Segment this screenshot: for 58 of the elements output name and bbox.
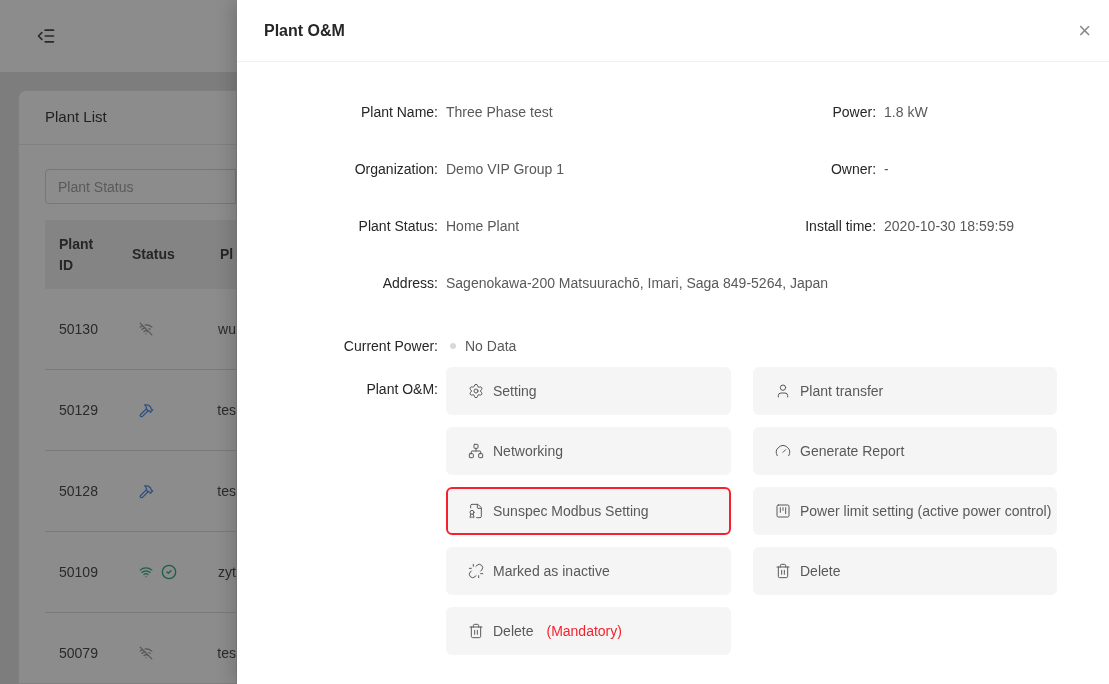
field-label: Plant Name: xyxy=(359,103,438,122)
table-cell-text: 50130 xyxy=(58,319,99,339)
trash-icon xyxy=(775,563,791,579)
field-label: Owner: xyxy=(829,160,877,179)
close-button[interactable]: × xyxy=(1078,19,1091,42)
field-value: Three Phase test xyxy=(446,103,553,122)
field-label: Install time: xyxy=(804,217,877,236)
gauge-icon xyxy=(775,443,791,459)
action-button[interactable]: Delete (Mandatory) xyxy=(446,607,731,655)
field-label: Organization: xyxy=(353,160,438,179)
field-label: Current Power: xyxy=(342,336,438,356)
board-icon xyxy=(775,503,791,519)
action-button[interactable]: Sunspec Modbus Setting xyxy=(446,487,731,535)
table-cell-text: 50128 xyxy=(58,481,99,501)
network-icon xyxy=(468,443,484,459)
column-header: Plant ID xyxy=(58,234,95,275)
action-button[interactable]: Plant transfer xyxy=(753,367,1058,415)
action-button[interactable]: Setting xyxy=(446,367,731,415)
field-value: 1.8 kW xyxy=(884,103,928,122)
field-value: Home Plant xyxy=(446,217,520,236)
table-cell-text: tes xyxy=(216,481,236,501)
hammer-icon xyxy=(138,483,154,499)
field-value: Sagenokawa-200 Matsuurachō, Imari, Saga 849-5264, Japan xyxy=(446,274,829,293)
table-cell-text: 50109 xyxy=(58,562,99,582)
field-label: Plant O&M: xyxy=(365,380,438,399)
table-cell-text: 50129 xyxy=(58,400,99,420)
wifi-icon xyxy=(139,565,154,579)
gear-icon xyxy=(468,383,484,399)
document-icon xyxy=(468,503,484,519)
menu-icon[interactable] xyxy=(36,26,56,46)
unlink-icon xyxy=(468,563,484,579)
field-value: - xyxy=(884,160,889,179)
action-button[interactable]: Delete xyxy=(753,547,1058,595)
field-value: No Data xyxy=(465,336,517,356)
field-label: Address: xyxy=(381,274,438,293)
user-icon xyxy=(775,383,791,399)
table-cell-text: zyt xyxy=(217,562,236,582)
table-cell-text: 50079 xyxy=(58,643,99,663)
table-cell-text: tes xyxy=(216,400,236,420)
hammer-icon xyxy=(138,402,154,418)
field-label: Power: xyxy=(831,103,877,122)
column-header: Pl xyxy=(219,245,234,264)
table-cell-text: wu xyxy=(217,319,236,339)
trash-icon xyxy=(468,623,484,639)
field-label: Plant Status: xyxy=(357,217,438,236)
field-value: 2020-10-30 18:59:59 xyxy=(884,217,1015,236)
table-cell-text: tes xyxy=(216,643,236,663)
action-button[interactable]: Generate Report xyxy=(753,427,1058,475)
card-title: Plant List xyxy=(45,107,107,128)
field-value: Demo VIP Group 1 xyxy=(446,160,565,179)
column-header: Status xyxy=(131,245,176,264)
action-button[interactable]: Power limit setting (active power control) xyxy=(753,487,1058,535)
action-button[interactable]: Networking xyxy=(446,427,731,475)
action-button[interactable]: Marked as inactive xyxy=(446,547,731,595)
wifi-off-icon xyxy=(138,646,153,660)
wifi-off-icon xyxy=(139,322,154,336)
drawer-title: Plant O&M xyxy=(264,20,345,41)
check-circle-icon xyxy=(161,564,178,580)
